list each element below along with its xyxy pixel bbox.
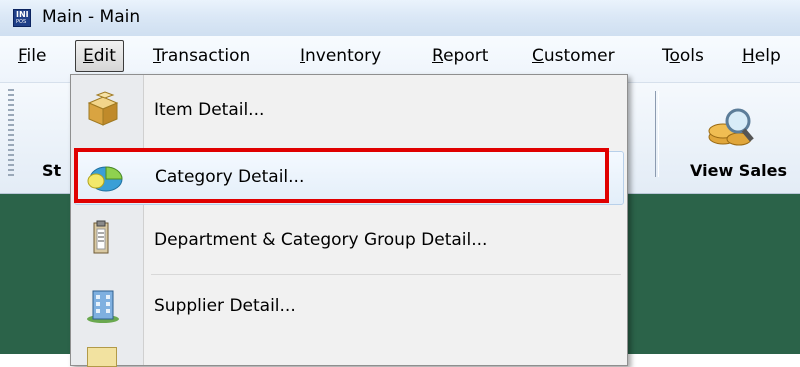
menu-item-department-category-group[interactable]: Department & Category Group Detail... — [71, 215, 627, 267]
menu-item-label: Department & Category Group Detail... — [154, 230, 488, 250]
toolbar-separator — [655, 91, 659, 177]
coins-magnifier-icon — [708, 108, 754, 146]
highlight-annotation-box — [74, 148, 609, 203]
edit-menu-dropdown: Item Detail... Category Detail... Depart… — [70, 74, 628, 367]
title-bar: INI POS Main - Main — [0, 0, 800, 36]
building-icon — [87, 290, 119, 323]
toolbar-button-left-label[interactable]: St — [42, 161, 61, 180]
menu-file[interactable]: File — [18, 46, 46, 66]
window-title: Main - Main — [42, 7, 141, 27]
menu-item-label: Item Detail... — [154, 100, 265, 120]
boxes-icon — [87, 91, 119, 126]
menu-item-supplier-detail[interactable]: Supplier Detail... — [71, 281, 627, 333]
app-icon-text-top: INI — [16, 10, 29, 19]
menu-help[interactable]: Help — [742, 46, 781, 66]
menu-item-label: Supplier Detail... — [154, 296, 296, 316]
app-icon: INI POS — [13, 9, 31, 27]
clipboard-icon — [93, 220, 109, 254]
menu-tools[interactable]: Tools — [662, 46, 704, 66]
partial-menu-icon — [87, 347, 117, 367]
menu-inventory[interactable]: Inventory — [300, 46, 381, 66]
view-sales-button[interactable]: View Sales — [690, 161, 787, 180]
menu-edit[interactable]: Edit — [75, 40, 124, 72]
menu-item-item-detail[interactable]: Item Detail... — [71, 85, 627, 137]
menu-report[interactable]: Report — [432, 46, 488, 66]
menu-customer[interactable]: Customer — [532, 46, 615, 66]
menu-transaction[interactable]: Transaction — [153, 46, 250, 66]
menu-separator — [151, 274, 621, 275]
app-icon-text-bottom: POS — [16, 19, 27, 25]
toolbar-grip[interactable] — [8, 89, 14, 179]
